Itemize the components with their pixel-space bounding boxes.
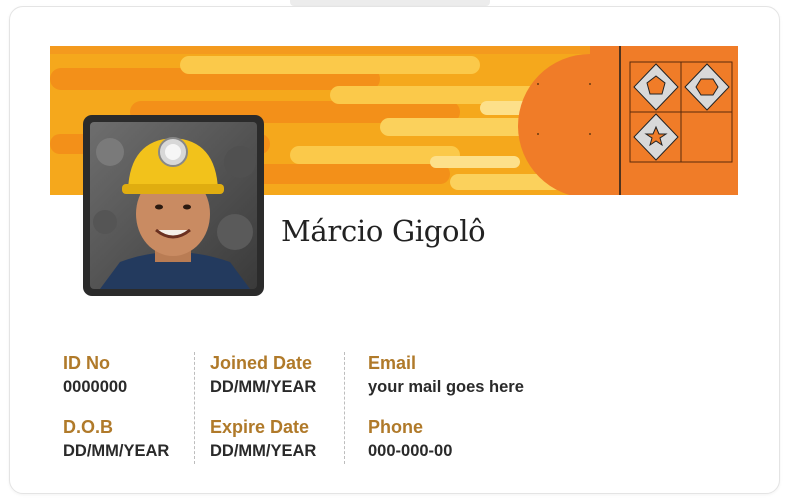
joined-date-value: DD/MM/YEAR — [210, 378, 317, 396]
expire-date-value: DD/MM/YEAR — [210, 442, 317, 460]
email-field: Email your mail goes here — [368, 352, 524, 398]
email-label: Email — [368, 353, 417, 373]
id-no-value: 0000000 — [63, 378, 128, 396]
expire-date-label: Expire Date — [210, 417, 310, 437]
email-value: your mail goes here — [368, 378, 524, 396]
joined-date-field: Joined Date DD/MM/YEAR — [210, 352, 316, 398]
phone-field: Phone 000-000-00 — [368, 416, 452, 462]
id-no-label: ID No — [63, 353, 110, 373]
column-divider — [194, 352, 195, 464]
dob-field: D.O.B DD/MM/YEAR — [63, 416, 169, 462]
phone-value: 000-000-00 — [368, 442, 453, 460]
id-no-field: ID No 0000000 — [63, 352, 127, 398]
dob-value: DD/MM/YEAR — [63, 442, 170, 460]
phone-label: Phone — [368, 417, 424, 437]
dob-label: D.O.B — [63, 417, 114, 437]
profile-photo — [83, 115, 264, 296]
cardholder-name: Márcio Gigolô — [281, 214, 486, 248]
column-divider — [344, 352, 345, 464]
joined-date-label: Joined Date — [210, 353, 313, 373]
expire-date-field: Expire Date DD/MM/YEAR — [210, 416, 316, 462]
